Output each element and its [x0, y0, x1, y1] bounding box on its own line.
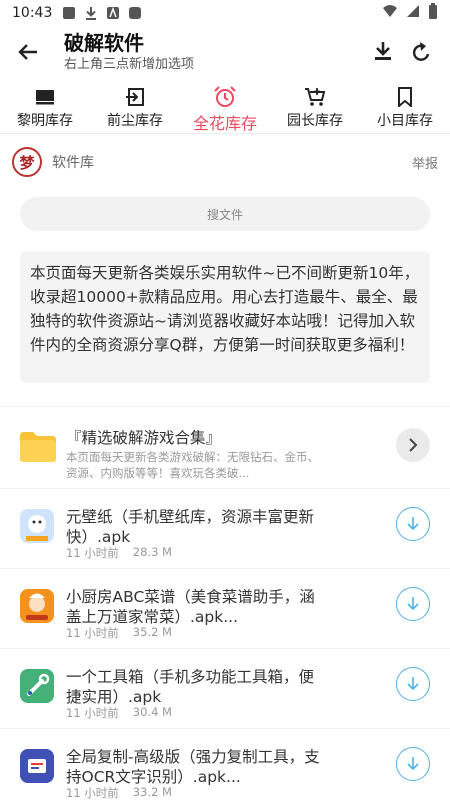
- signal-icon: [406, 4, 420, 22]
- notification-square-icon: [62, 6, 76, 20]
- list-item[interactable]: 全局复制-高级版（强力复制工具，支持OCR文字识别）.apk... 11 小时前…: [0, 728, 450, 800]
- wifi-icon: [382, 4, 398, 22]
- app-name: 小厨房ABC菜谱（美食菜谱助手，涵盖上万道家常菜）.apk...: [66, 588, 315, 626]
- app-bar: 破解软件 右上角三点新增加选项: [0, 26, 450, 78]
- refresh-icon: [412, 42, 430, 61]
- app-meta: 11 小时前 28.3 M: [66, 545, 172, 561]
- collection-title: 『精选破解游戏合集』: [66, 429, 222, 447]
- app-time: 11 小时前: [66, 626, 119, 640]
- page-subtitle: 右上角三点新增加选项: [64, 57, 195, 72]
- download-app-button[interactable]: [396, 667, 430, 701]
- tab-label: 前尘库存: [107, 113, 163, 129]
- page-title: 破解软件: [64, 31, 144, 55]
- app-square-icon: [128, 6, 142, 20]
- cart-icon: [304, 86, 326, 108]
- source-row: 梦 软件库 举报: [0, 144, 450, 180]
- keyboard-icon: [35, 86, 55, 108]
- bookmark-icon: [397, 86, 413, 108]
- title-block: 破解软件 右上角三点新增加选项: [64, 30, 194, 74]
- list-item[interactable]: 一个工具箱（手机多功能工具箱，便捷实用）.apk 11 小时前 30.4 M: [0, 648, 450, 728]
- download-arrow-icon: [407, 597, 419, 611]
- download-arrow-icon: [407, 757, 419, 771]
- app-name: 全局复制-高级版（强力复制工具，支持OCR文字识别）.apk...: [66, 748, 320, 786]
- app-time: 11 小时前: [66, 706, 119, 720]
- back-button[interactable]: [14, 38, 42, 66]
- notice-text: 本页面每天更新各类娱乐实用软件~已不间断更新10年，收录超10000+款精品应用…: [20, 251, 430, 383]
- battery-icon: [428, 3, 438, 23]
- app-meta: 11 小时前 33.2 M: [66, 785, 172, 800]
- app-size: 35.2 M: [132, 625, 172, 639]
- download-arrow-icon: [407, 517, 419, 531]
- list-item[interactable]: 元壁纸（手机壁纸库，资源丰富更新快）.apk 11 小时前 28.3 M: [0, 488, 450, 568]
- header-card: 搜文件 本页面每天更新各类娱乐实用软件~已不间断更新10年，收录超10000+款…: [0, 184, 450, 404]
- status-time: 10:43: [12, 5, 53, 21]
- app-size: 30.4 M: [132, 705, 172, 719]
- source-logo[interactable]: 梦: [12, 147, 42, 177]
- chevron-right-icon: [409, 438, 418, 452]
- refresh-button[interactable]: [408, 38, 436, 66]
- tab-label: 黎明库存: [17, 113, 73, 129]
- tab-label: 小目库存: [377, 113, 433, 129]
- open-collection-button[interactable]: [396, 428, 430, 462]
- toolbox-app-icon: [20, 669, 54, 703]
- download-icon: [375, 42, 391, 60]
- arrow-back-icon: [18, 44, 37, 60]
- tab-qianchen[interactable]: 前尘库存: [90, 82, 180, 133]
- download-app-button[interactable]: [396, 587, 430, 621]
- tab-xiaomu[interactable]: 小目库存: [360, 82, 450, 133]
- divider: [0, 406, 450, 407]
- wallpaper-app-icon: [20, 509, 54, 543]
- app-size: 33.2 M: [132, 785, 172, 799]
- recipe-app-icon: [20, 589, 54, 623]
- report-link[interactable]: 举报: [412, 153, 438, 172]
- download-button[interactable]: [370, 38, 396, 64]
- alarm-icon: [213, 86, 237, 108]
- search-input[interactable]: 搜文件: [20, 197, 430, 231]
- status-bar: 10:43: [0, 0, 450, 26]
- download-arrow-icon: [407, 677, 419, 691]
- collection-desc: 本页面每天更新各类游戏破解：无限钻石、金币、资源、内购版等等！喜欢玩各类破...: [66, 450, 319, 480]
- download-status-icon: [84, 6, 98, 20]
- download-app-button[interactable]: [396, 507, 430, 541]
- app-name: 元壁纸（手机壁纸库，资源丰富更新快）.apk: [66, 508, 315, 546]
- folder-icon: [20, 432, 56, 462]
- list-item[interactable]: 小厨房ABC菜谱（美食菜谱助手，涵盖上万道家常菜）.apk... 11 小时前 …: [0, 568, 450, 648]
- collection-item[interactable]: 『精选破解游戏合集』 本页面每天更新各类游戏破解：无限钻石、金币、资源、内购版等…: [0, 416, 450, 486]
- app-a-icon: [106, 6, 120, 20]
- app-name: 一个工具箱（手机多功能工具箱，便捷实用）.apk: [66, 668, 315, 706]
- copy-app-icon: [20, 749, 54, 783]
- tab-liming[interactable]: 黎明库存: [0, 82, 90, 133]
- tab-yuanzhang[interactable]: 园长库存: [270, 82, 360, 133]
- tab-quanhua[interactable]: 全花库存: [180, 82, 270, 133]
- login-icon: [125, 86, 145, 108]
- source-name[interactable]: 软件库: [52, 152, 94, 172]
- tab-label: 园长库存: [287, 113, 343, 129]
- app-time: 11 小时前: [66, 786, 119, 800]
- app-time: 11 小时前: [66, 546, 119, 560]
- tab-label: 全花库存: [192, 114, 257, 133]
- app-meta: 11 小时前 35.2 M: [66, 625, 172, 641]
- app-meta: 11 小时前 30.4 M: [66, 705, 172, 721]
- app-size: 28.3 M: [132, 545, 172, 559]
- download-app-button[interactable]: [396, 747, 430, 781]
- library-tabs: 黎明库存 前尘库存 全花库存 园长库存 小目库存: [0, 82, 450, 134]
